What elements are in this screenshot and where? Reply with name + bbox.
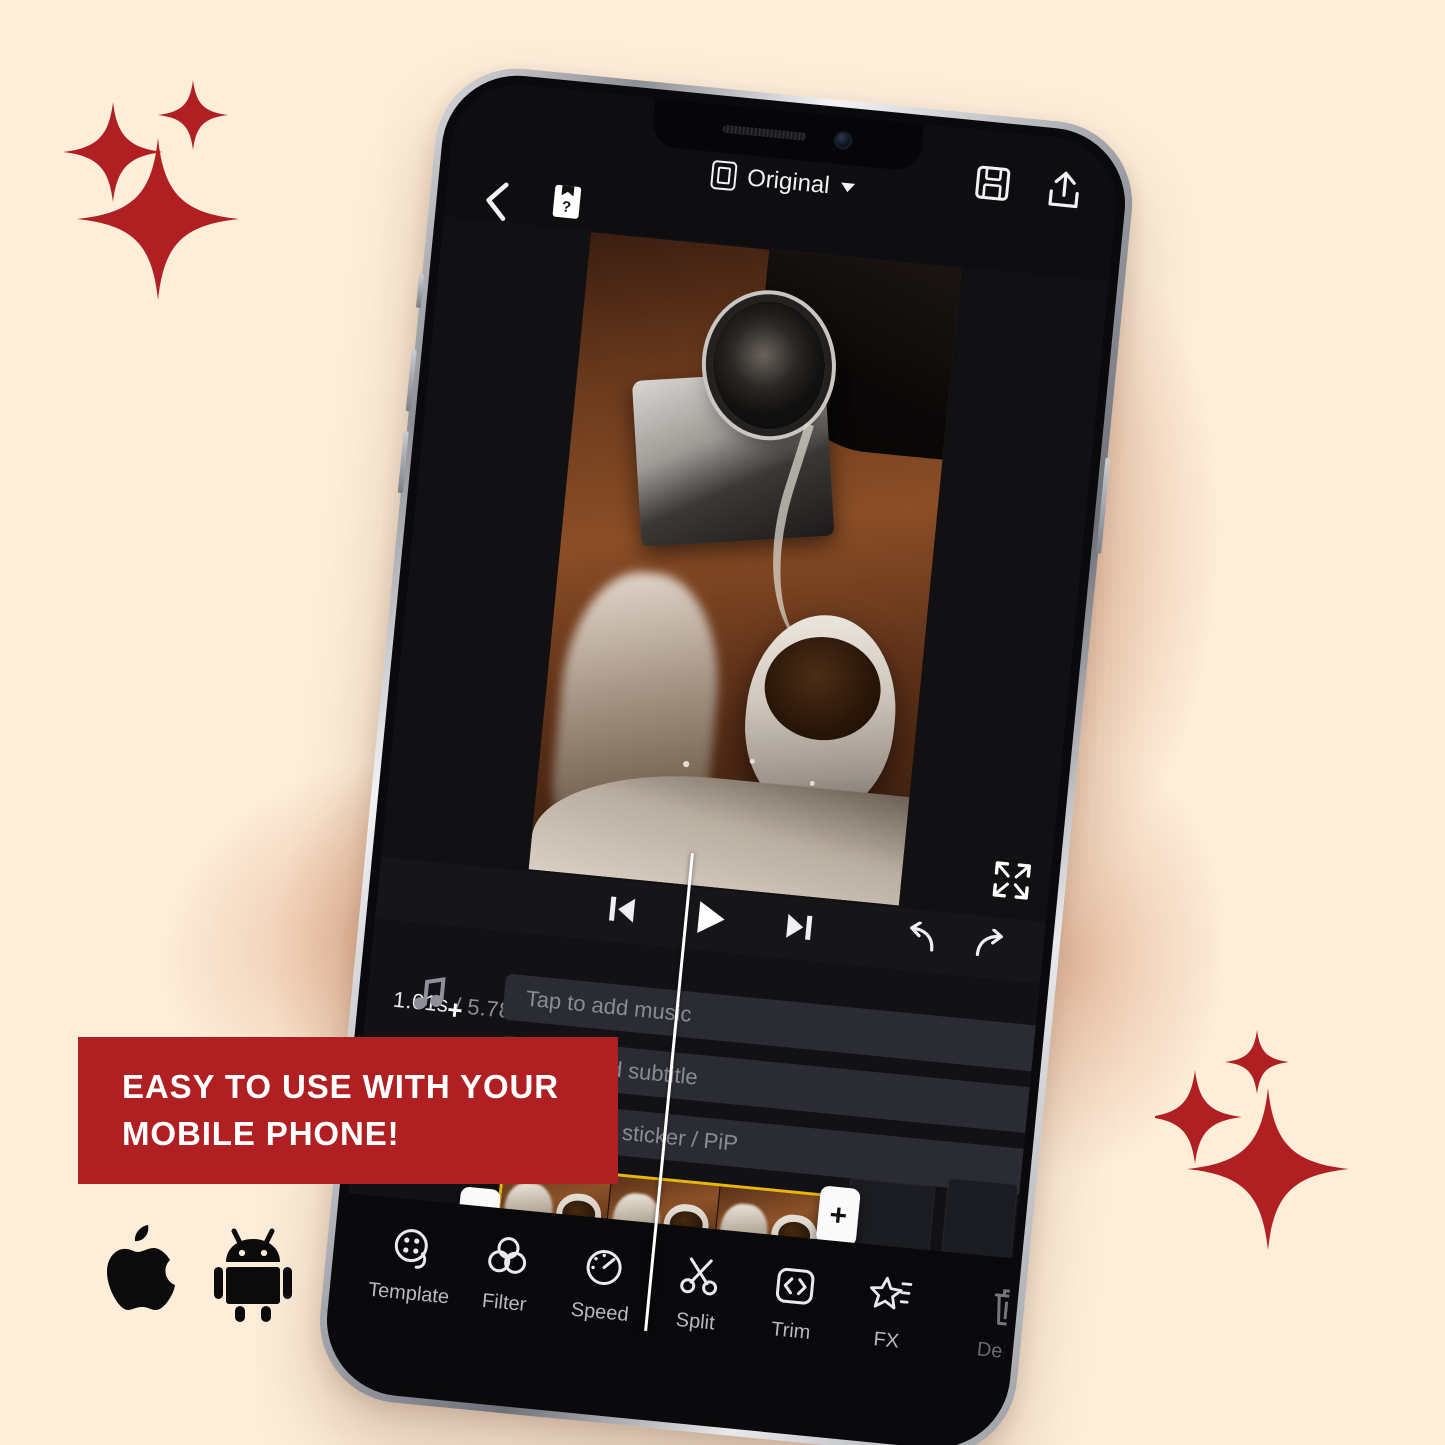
clip-add-right-handle[interactable]: + [815, 1185, 861, 1247]
phone-bezel: ? Original / 5.78s + Tap to add music su… [319, 68, 1133, 1445]
fullscreen-expand-icon[interactable] [990, 859, 1034, 903]
tool-split[interactable]: Split [648, 1250, 747, 1339]
skip-forward-icon[interactable] [783, 910, 816, 945]
apple-logo-icon [107, 1225, 175, 1310]
phone-frame: ? Original / 5.78s + Tap to add music su… [312, 61, 1140, 1445]
promo-banner: EASY TO USE WITH YOUR MOBILE PHONE! [78, 1037, 618, 1184]
earpiece-speaker-icon [722, 124, 807, 141]
tool-delete[interactable]: Delete [959, 1280, 1058, 1369]
front-camera-icon [833, 130, 854, 151]
fx-star-icon [869, 1276, 913, 1310]
tool-label: Trim [770, 1318, 812, 1344]
trim-brackets-icon [775, 1267, 815, 1305]
timeline-clip-next-2[interactable] [941, 1177, 1019, 1261]
redo-icon[interactable] [972, 927, 1013, 963]
phone-screen: ? Original / 5.78s + Tap to add music su… [329, 78, 1123, 1445]
aspect-ratio-icon [710, 159, 738, 192]
tool-label: Filter [480, 1289, 528, 1317]
save-floppy-icon[interactable] [972, 163, 1014, 205]
aspect-ratio-selector[interactable]: Original [710, 159, 856, 203]
play-icon[interactable] [691, 898, 731, 939]
add-music-icon[interactable]: + [406, 968, 464, 1025]
promo-banner-line-2: MOBILE PHONE! [122, 1114, 400, 1152]
sparkle-icon [77, 138, 239, 300]
tool-label: Template [367, 1278, 451, 1309]
skip-back-icon[interactable] [606, 892, 639, 927]
sparkle-icon [1155, 1070, 1242, 1164]
filter-circles-icon [488, 1237, 527, 1274]
tool-label: Split [674, 1308, 716, 1335]
sparkle-icon [1225, 1030, 1289, 1094]
template-reel-icon [394, 1229, 428, 1269]
volume-down-button[interactable] [397, 430, 409, 494]
sparkle-cluster-bottom-right [1155, 1030, 1349, 1250]
phone-mockup: ? Original / 5.78s + Tap to add music su… [312, 61, 1140, 1445]
platform-logos [96, 1222, 292, 1322]
video-preview-area [381, 215, 1109, 922]
delete-trash-icon [994, 1289, 1028, 1327]
sparkle-cluster-top-left [63, 80, 239, 300]
volume-up-button[interactable] [405, 349, 417, 412]
sparkle-icon [63, 102, 163, 202]
toolbar-divider [944, 1282, 953, 1363]
video-preview-frame[interactable] [528, 232, 962, 906]
silent-switch[interactable] [415, 273, 425, 309]
chevron-left-icon[interactable] [480, 178, 514, 225]
aspect-ratio-label: Original [745, 163, 831, 199]
tutorial-book-icon[interactable]: ? [548, 180, 586, 223]
svg-text:?: ? [561, 198, 572, 216]
android-logo-icon [214, 1228, 292, 1322]
split-scissors-icon [680, 1257, 718, 1296]
track-label: Tap to add music [524, 985, 693, 1027]
chevron-down-icon [840, 182, 855, 193]
tool-label: Delete [975, 1338, 1036, 1366]
tool-speed[interactable]: Speed [553, 1240, 652, 1329]
tool-template[interactable]: Template [362, 1221, 461, 1310]
tool-filter[interactable]: Filter [457, 1231, 556, 1320]
undo-icon[interactable] [898, 920, 939, 956]
handle-label: + [827, 1198, 849, 1233]
sparkle-icon [158, 80, 228, 150]
tool-label: Speed [569, 1298, 630, 1327]
tool-label: FX [872, 1328, 901, 1353]
tool-trim[interactable]: Trim [744, 1259, 843, 1348]
speed-gauge-icon [586, 1250, 622, 1286]
plus-badge: + [445, 994, 464, 1026]
tool-fx[interactable]: FX [839, 1268, 938, 1357]
promo-banner-line-1: EASY TO USE WITH YOUR [122, 1067, 559, 1105]
sparkle-icon [1187, 1088, 1349, 1250]
export-upload-icon[interactable] [1044, 169, 1086, 213]
